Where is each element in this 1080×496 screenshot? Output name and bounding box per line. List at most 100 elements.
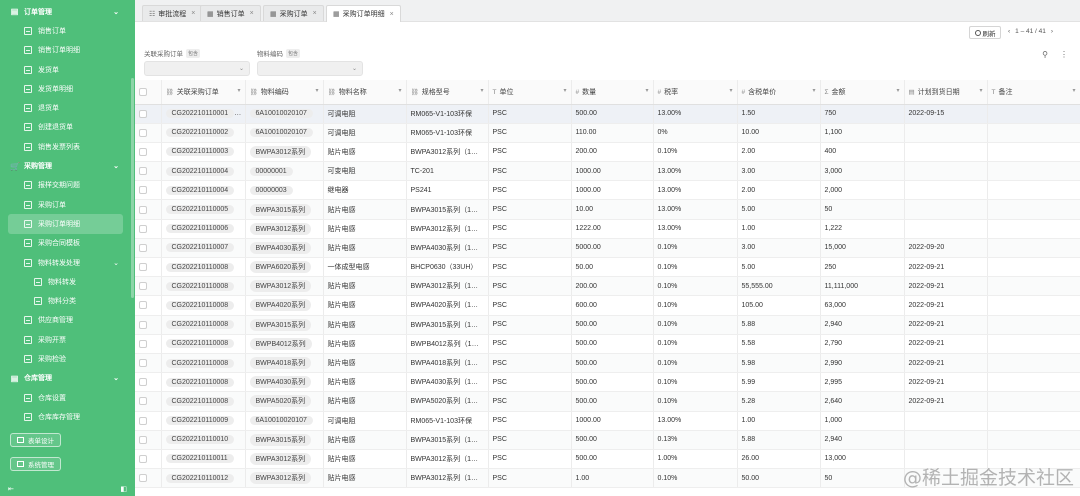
sidebar-item[interactable]: 采购开票: [0, 330, 135, 349]
material-name-cell[interactable]: 贴片电感: [323, 315, 407, 335]
order-link-chip[interactable]: CG202210110008: [165, 281, 235, 291]
sidebar-item[interactable]: 创建退货单: [0, 118, 135, 137]
remark-cell[interactable]: [987, 315, 1080, 335]
remark-cell[interactable]: [987, 238, 1080, 259]
column-menu-icon[interactable]: ▾: [896, 87, 899, 94]
unit-price-with-tax-cell[interactable]: 105.00: [737, 295, 821, 316]
row-checkbox[interactable]: [139, 109, 147, 118]
spec-model-cell[interactable]: BWPA3015系列（1…: [406, 315, 489, 335]
filter-operator-badge[interactable]: 包含: [286, 48, 301, 58]
quantity-cell[interactable]: 500.00: [571, 104, 654, 124]
amount-cell[interactable]: 2,000: [820, 180, 905, 201]
table-row[interactable]: CG202210110010 BWPA3015系列 贴片电感 BWPA3015系列（1…: [135, 430, 1080, 450]
remark-cell[interactable]: [987, 430, 1080, 450]
chevron-down-icon[interactable]: ⌄: [113, 374, 119, 382]
planned-arrival-date-cell[interactable]: 2022-09-21: [904, 295, 988, 316]
spec-model-cell[interactable]: BWPA4018系列（1…: [406, 353, 489, 374]
unit-cell[interactable]: PSC: [488, 295, 572, 316]
planned-arrival-date-cell[interactable]: 2022-09-21: [904, 353, 988, 374]
material-code-cell[interactable]: 6A10010020107: [245, 104, 324, 124]
amount-cell[interactable]: 750: [820, 104, 905, 124]
select-all-checkbox[interactable]: [139, 87, 147, 96]
unit-cell[interactable]: PSC: [488, 180, 572, 201]
filter-operator-badge[interactable]: 包含: [186, 48, 201, 58]
spec-model-cell[interactable]: BHCP0630（33UH）: [406, 257, 489, 278]
quantity-cell[interactable]: 10.00: [571, 199, 654, 220]
amount-cell[interactable]: 1,000: [820, 411, 905, 431]
material-name-cell[interactable]: 贴片电感: [323, 372, 407, 393]
row-checkbox[interactable]: [139, 301, 147, 310]
material-link-chip[interactable]: BWPA3012系列: [249, 145, 312, 158]
chevron-down-icon[interactable]: ⌄: [113, 8, 119, 16]
tax-rate-cell[interactable]: 0.10%: [653, 391, 738, 412]
column-menu-icon[interactable]: ▾: [237, 87, 240, 94]
table-row[interactable]: CG202210110006 BWPA3012系列 贴片电感 BWPA3012系列（1…: [135, 219, 1080, 239]
table-row[interactable]: CG202210110008 BWPB4012系列 贴片电感 BWPB4012系列（1…: [135, 334, 1080, 354]
column-menu-icon[interactable]: ▾: [315, 87, 318, 94]
column-header[interactable]: Σ 金额 ▾: [820, 80, 905, 105]
spec-model-cell[interactable]: PS241: [406, 180, 489, 201]
column-header[interactable]: ⛓ 关联采购订单 ▾: [161, 80, 246, 105]
material-link-chip[interactable]: 6A10010020107: [249, 128, 313, 138]
row-checkbox[interactable]: [139, 435, 147, 444]
order-filter-select[interactable]: ⌄: [144, 61, 250, 76]
order-link-chip[interactable]: CG202210110006: [165, 224, 235, 234]
planned-arrival-date-cell[interactable]: [904, 199, 988, 220]
material-code-cell[interactable]: BWPA3012系列: [245, 142, 324, 163]
material-name-cell[interactable]: 贴片电感: [323, 219, 407, 239]
order-no-cell[interactable]: CG202210110001⧉: [161, 104, 246, 124]
order-no-cell[interactable]: CG202210110002: [161, 123, 246, 143]
row-checkbox[interactable]: [139, 359, 147, 368]
unit-price-with-tax-cell[interactable]: 5.28: [737, 391, 821, 412]
unit-cell[interactable]: PSC: [488, 257, 572, 278]
close-icon[interactable]: ×: [313, 10, 317, 17]
remark-cell[interactable]: [987, 161, 1080, 182]
row-checkbox[interactable]: [139, 224, 147, 233]
system-admin-button[interactable]: 系统管理: [10, 457, 61, 471]
order-link-chip[interactable]: CG202210110008: [165, 320, 235, 330]
planned-arrival-date-cell[interactable]: 2022-09-20: [904, 238, 988, 259]
material-name-cell[interactable]: 贴片电感: [323, 295, 407, 316]
form-design-button[interactable]: 表单设计: [10, 433, 61, 447]
quantity-cell[interactable]: 1.00: [571, 468, 654, 489]
table-row[interactable]: CG202210110008 BWPA4018系列 贴片电感 BWPA4018系列（1…: [135, 353, 1080, 374]
order-no-cell[interactable]: CG202210110008: [161, 391, 246, 412]
material-link-chip[interactable]: BWPA3015系列: [249, 203, 312, 216]
amount-cell[interactable]: 2,990: [820, 353, 905, 374]
material-code-cell[interactable]: BWPA3012系列: [245, 449, 324, 470]
material-code-cell[interactable]: BWPA5020系列: [245, 391, 324, 412]
unit-cell[interactable]: PSC: [488, 411, 572, 431]
material-link-chip[interactable]: BWPA3012系列: [249, 280, 312, 293]
material-code-cell[interactable]: 6A10010020107: [245, 123, 324, 143]
chevron-down-icon[interactable]: ⌄: [113, 259, 119, 267]
unit-cell[interactable]: PSC: [488, 372, 572, 393]
amount-cell[interactable]: 11,111,000: [820, 276, 905, 297]
filter-icon[interactable]: ⚲: [1042, 50, 1048, 59]
order-no-cell[interactable]: CG202210110003: [161, 142, 246, 163]
remark-cell[interactable]: [987, 411, 1080, 431]
material-code-cell[interactable]: 6A10010020107: [245, 411, 324, 431]
column-menu-icon[interactable]: ▾: [979, 87, 982, 94]
column-menu-icon[interactable]: ▾: [563, 87, 566, 94]
remark-cell[interactable]: [987, 257, 1080, 278]
amount-cell[interactable]: 15,000: [820, 238, 905, 259]
row-checkbox[interactable]: [139, 282, 147, 291]
sidebar-item[interactable]: 发货单: [0, 60, 135, 79]
material-name-cell[interactable]: 贴片电感: [323, 199, 407, 220]
spec-model-cell[interactable]: BWPA4030系列（1…: [406, 372, 489, 393]
sidebar-item[interactable]: 采购合同模板: [0, 234, 135, 253]
order-link-chip[interactable]: CG202210110007: [165, 243, 235, 253]
material-code-cell[interactable]: BWPB4012系列: [245, 334, 324, 354]
unit-price-with-tax-cell[interactable]: 2.00: [737, 180, 821, 201]
material-link-chip[interactable]: BWPA3015系列: [249, 433, 312, 446]
column-header[interactable]: # 税率 ▾: [653, 80, 738, 105]
row-checkbox[interactable]: [139, 416, 147, 425]
order-no-cell[interactable]: CG202210110004: [161, 161, 246, 182]
row-checkbox[interactable]: [139, 147, 147, 156]
remark-cell[interactable]: [987, 104, 1080, 124]
quantity-cell[interactable]: 1222.00: [571, 219, 654, 239]
sidebar-item[interactable]: 销售订单明细: [0, 41, 135, 60]
material-code-cell[interactable]: BWPA3015系列: [245, 199, 324, 220]
planned-arrival-date-cell[interactable]: 2022-09-21: [904, 257, 988, 278]
planned-arrival-date-cell[interactable]: [904, 468, 988, 489]
